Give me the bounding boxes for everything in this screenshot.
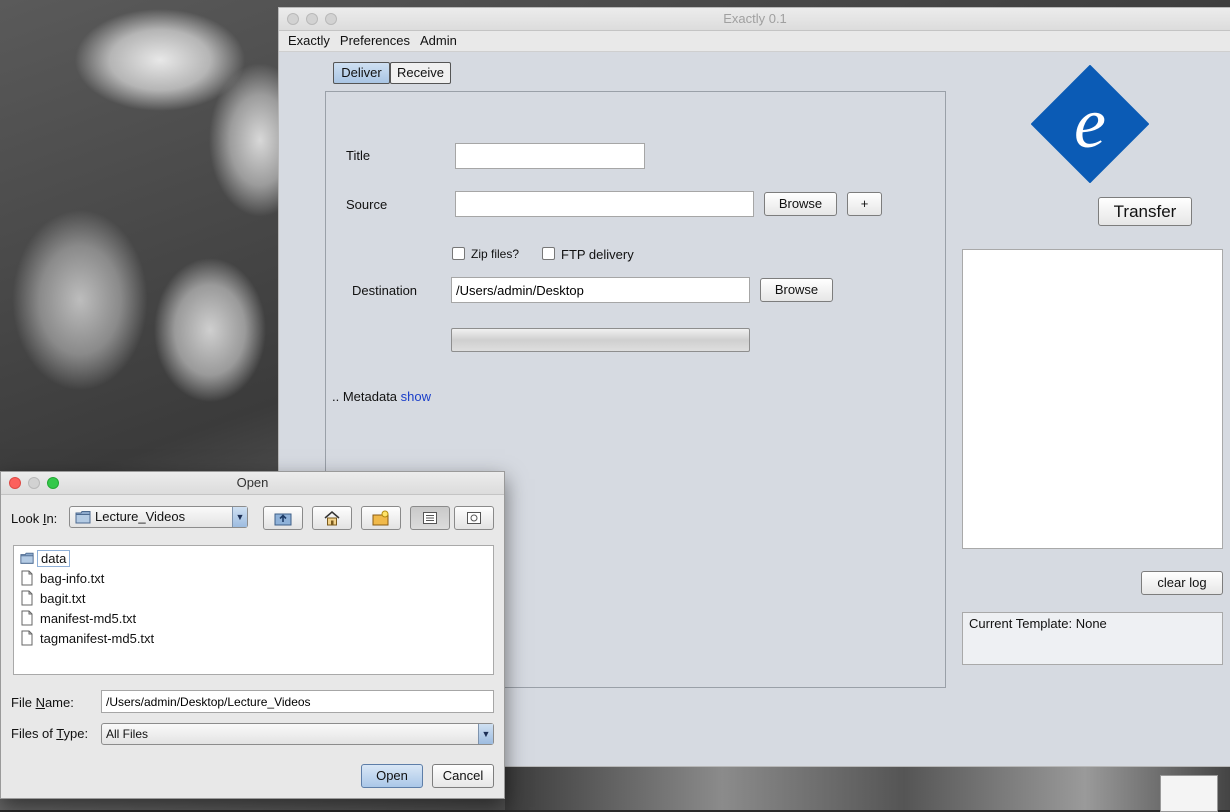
details-view-icon: [467, 512, 481, 524]
dialog-minimize-button[interactable]: [28, 477, 40, 489]
desktop-thumbnail[interactable]: [1160, 775, 1218, 812]
current-template-box: Current Template: None: [962, 612, 1223, 665]
home-button[interactable]: [312, 506, 352, 530]
metadata-show-link[interactable]: show: [401, 389, 431, 404]
chevron-down-icon[interactable]: ▼: [232, 507, 247, 527]
cancel-button[interactable]: Cancel: [432, 764, 494, 788]
up-folder-button[interactable]: [263, 506, 303, 530]
window-title: Exactly 0.1: [723, 11, 787, 26]
source-input[interactable]: [455, 191, 754, 217]
add-source-button[interactable]: +: [847, 192, 882, 216]
current-template-text: Current Template: None: [969, 616, 1107, 631]
details-view-button[interactable]: [454, 506, 494, 530]
up-folder-icon: [274, 513, 292, 526]
file-name: tagmanifest-md5.txt: [40, 630, 155, 646]
zip-files-checkbox[interactable]: [452, 247, 465, 260]
file-name: bagit.txt: [40, 590, 86, 606]
metadata-row: .. Metadata show: [332, 389, 431, 404]
metadata-label: .. Metadata: [332, 389, 398, 404]
logo-letter: e: [1074, 83, 1106, 163]
file-name-input[interactable]: [101, 690, 494, 713]
list-item[interactable]: bagit.txt: [14, 588, 493, 608]
tab-receive[interactable]: Receive: [390, 62, 451, 84]
ftp-delivery-checkbox[interactable]: [542, 247, 555, 260]
dialog-titlebar[interactable]: Open: [1, 472, 504, 495]
dialog-window-controls: [9, 477, 59, 489]
files-of-type-combo[interactable]: All Files ▼: [101, 723, 494, 745]
look-in-label: Look In:: [11, 511, 58, 526]
dialog-close-button[interactable]: [9, 477, 21, 489]
list-item[interactable]: bag-info.txt: [14, 568, 493, 588]
clear-log-button[interactable]: clear log: [1141, 571, 1223, 595]
window-controls: [287, 13, 337, 25]
home-icon: [324, 511, 340, 526]
folder-icon: [20, 552, 34, 564]
log-area[interactable]: [962, 249, 1223, 549]
dialog-title: Open: [236, 475, 269, 490]
document-icon: [21, 590, 33, 606]
file-name-label: File Name:: [11, 695, 74, 710]
folder-icon: [75, 511, 91, 524]
look-in-combo[interactable]: Lecture_Videos ▼: [69, 506, 248, 528]
list-item[interactable]: data: [14, 548, 493, 568]
new-folder-button[interactable]: [361, 506, 401, 530]
ftp-delivery-label: FTP delivery: [561, 247, 634, 262]
destination-browse-button[interactable]: Browse: [760, 278, 833, 302]
open-button[interactable]: Open: [361, 764, 423, 788]
list-view-button[interactable]: [410, 506, 450, 530]
files-of-type-value: All Files: [106, 727, 149, 741]
look-in-value: Lecture_Videos: [95, 509, 186, 524]
list-item[interactable]: manifest-md5.txt: [14, 608, 493, 628]
menu-bar: Exactly Preferences Admin: [279, 31, 1230, 52]
files-of-type-label: Files of Type:: [11, 726, 89, 741]
transfer-button[interactable]: Transfer: [1098, 197, 1192, 226]
menu-exactly[interactable]: Exactly: [283, 31, 335, 51]
transfer-progress-bar: [451, 328, 750, 352]
document-icon: [21, 610, 33, 626]
open-dialog: Open Look In: Lecture_Videos ▼ data bag-…: [0, 471, 505, 799]
file-list[interactable]: data bag-info.txt bagit.txt manifest-md5…: [13, 545, 494, 675]
list-item[interactable]: tagmanifest-md5.txt: [14, 628, 493, 648]
menu-preferences[interactable]: Preferences: [335, 31, 415, 51]
destination-input[interactable]: [451, 277, 750, 303]
tab-deliver[interactable]: Deliver: [333, 62, 390, 84]
source-browse-button[interactable]: Browse: [764, 192, 837, 216]
minimize-button[interactable]: [306, 13, 318, 25]
file-name: bag-info.txt: [40, 570, 105, 586]
source-label: Source: [346, 197, 388, 212]
destination-label: Destination: [352, 283, 418, 298]
menu-admin[interactable]: Admin: [415, 31, 462, 51]
dialog-zoom-button[interactable]: [47, 477, 59, 489]
title-label: Title: [346, 148, 371, 163]
file-name: manifest-md5.txt: [40, 610, 137, 626]
list-view-icon: [423, 512, 437, 524]
file-name: data: [37, 549, 71, 567]
new-folder-icon: [372, 510, 389, 526]
zip-files-label: Zip files?: [471, 247, 520, 261]
close-button[interactable]: [287, 13, 299, 25]
title-input[interactable]: [455, 143, 645, 169]
exactly-logo: e: [1031, 65, 1149, 183]
chevron-down-icon[interactable]: ▼: [478, 724, 493, 744]
zoom-button[interactable]: [325, 13, 337, 25]
document-icon: [21, 570, 33, 586]
desktop-background-strip: [505, 765, 1230, 810]
document-icon: [21, 630, 33, 646]
main-titlebar[interactable]: Exactly 0.1: [279, 8, 1230, 31]
